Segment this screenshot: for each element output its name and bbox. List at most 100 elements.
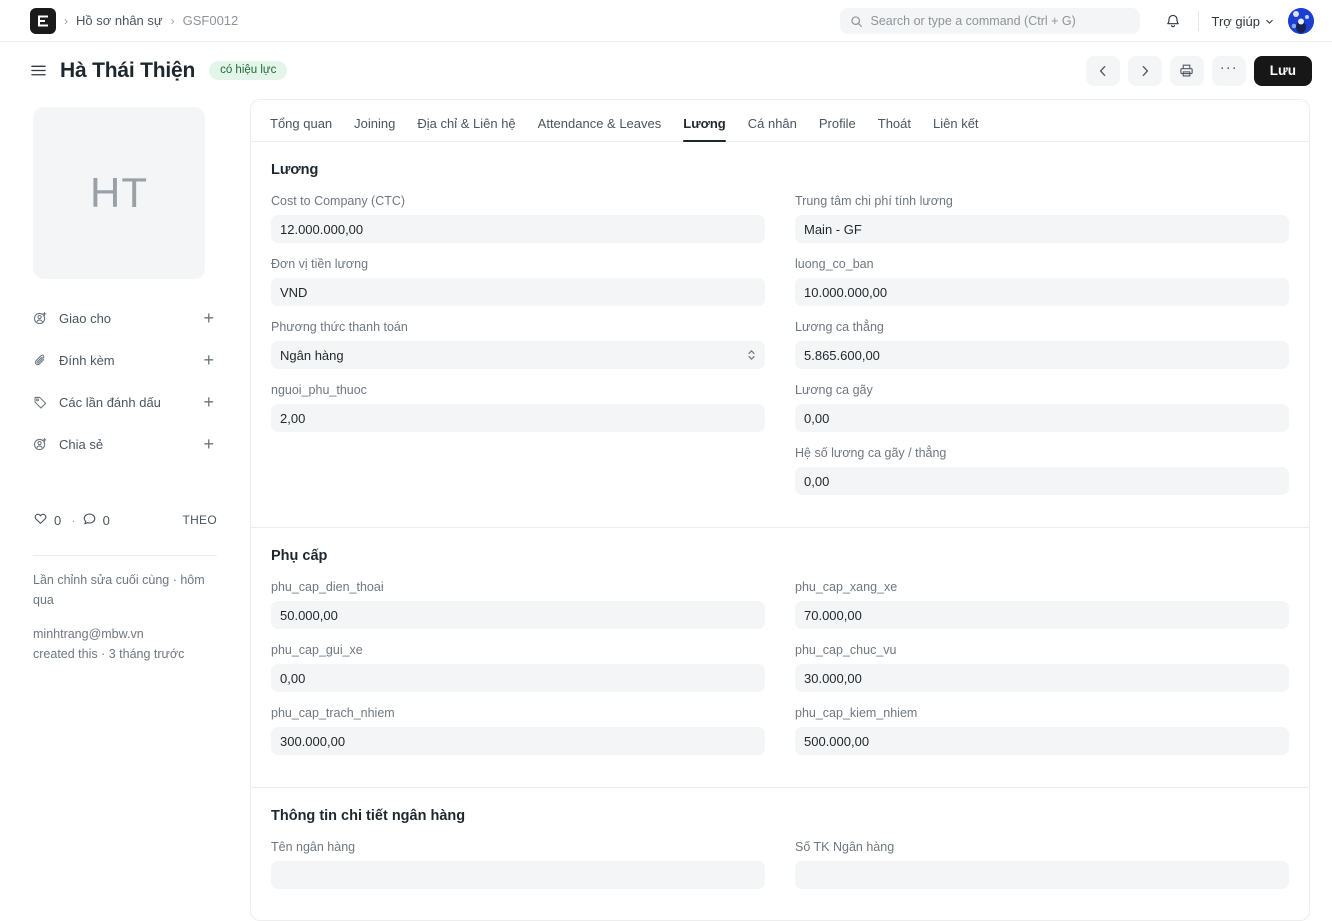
record-meta: Lần chỉnh sửa cuối cùng · hôm qua minhtr… [33, 570, 217, 664]
field-luong-co-ban: luong_co_ban 10.000.000,00 [795, 257, 1289, 306]
field-input[interactable]: 0,00 [795, 404, 1289, 432]
plus-icon[interactable]: + [203, 435, 217, 453]
search-input-placeholder: Search or type a command (Ctrl + G) [870, 14, 1076, 28]
help-menu[interactable]: Trợ giúp [1211, 14, 1274, 29]
sidebar-toggle-button[interactable] [30, 63, 47, 78]
tab-profile[interactable]: Profile [808, 116, 867, 141]
page-header-actions: ··· Lưu [1085, 55, 1312, 86]
section-column-left: phu_cap_dien_thoai 50.000,00 phu_cap_gui… [271, 580, 765, 769]
field-input[interactable] [271, 861, 765, 889]
previous-record-button[interactable] [1085, 55, 1120, 86]
field-label: phu_cap_kiem_nhiem [795, 706, 918, 720]
sidebar-item-label: Đính kèm [59, 352, 115, 368]
field-input[interactable]: 10.000.000,00 [795, 278, 1289, 306]
sidebar-item-assign[interactable]: Giao cho + [33, 297, 217, 339]
tab-thoat[interactable]: Thoát [867, 116, 922, 141]
plus-icon[interactable]: + [203, 351, 217, 369]
next-record-button[interactable] [1127, 55, 1162, 86]
tag-icon [33, 395, 53, 410]
select-caret-icon [747, 348, 756, 362]
heart-icon[interactable] [33, 511, 48, 529]
field-input[interactable]: VND [271, 278, 765, 306]
field-select[interactable]: Ngân hàng [271, 341, 765, 369]
field-input[interactable]: 50.000,00 [271, 601, 765, 629]
field-input[interactable]: 70.000,00 [795, 601, 1289, 629]
field-label: phu_cap_xang_xe [795, 580, 898, 594]
field-label: phu_cap_chuc_vu [795, 643, 897, 657]
comment-count: 0 [102, 512, 110, 528]
creator-email[interactable]: minhtrang@mbw.vn [33, 624, 217, 644]
sidebar-item-share[interactable]: Chia sẻ + [33, 423, 217, 465]
field-label: Số TK Ngân hàng [795, 840, 895, 854]
search-icon [851, 15, 863, 27]
field-phu-cap-chuc-vu: phu_cap_chuc_vu 30.000,00 [795, 643, 1289, 692]
comment-icon[interactable] [82, 511, 97, 529]
field-input[interactable]: 5.865.600,00 [795, 341, 1289, 369]
field-label: Cost to Company (CTC) [271, 194, 406, 208]
tab-tong-quan[interactable]: Tổng quan [259, 116, 343, 141]
tab-joining[interactable]: Joining [343, 116, 406, 141]
field-luong-ca-gay: Lương ca gãy 0,00 [795, 383, 1289, 432]
field-label: luong_co_ban [795, 257, 874, 271]
section-title: Thông tin chi tiết ngân hàng [271, 808, 466, 824]
chevron-left-icon [1099, 65, 1106, 76]
global-search[interactable]: Search or type a command (Ctrl + G) [840, 8, 1141, 34]
field-label: nguoi_phu_thuoc [271, 383, 367, 397]
save-button[interactable]: Lưu [1253, 55, 1312, 86]
section-thong-tin-ngan-hang: Thông tin chi tiết ngân hàng Tên ngân hà… [251, 788, 1309, 920]
created-text: created this · 3 tháng trước [33, 647, 185, 661]
field-phu-cap-trach-nhiem: phu_cap_trach_nhiem 300.000,00 [271, 706, 765, 755]
field-input[interactable]: 0,00 [271, 664, 765, 692]
form-sections: Lương Cost to Company (CTC) 12.000.000,0… [251, 142, 1309, 920]
section-column-right: Trung tâm chi phí tính lương Main - GF l… [795, 194, 1289, 509]
breadcrumb-item-0[interactable]: Hồ sơ nhân sự [76, 13, 163, 28]
social-bar: 0 · 0 THEO [33, 499, 217, 541]
user-avatar[interactable] [1288, 8, 1314, 34]
tab-attendance-leaves[interactable]: Attendance & Leaves [527, 116, 673, 141]
field-label: phu_cap_dien_thoai [271, 580, 384, 594]
page-header: Hà Thái Thiện có hiệu lực ··· Lưu [0, 42, 1332, 99]
field-input[interactable]: 2,00 [271, 404, 765, 432]
more-actions-button[interactable]: ··· [1211, 55, 1246, 86]
bell-icon [1167, 14, 1180, 28]
plus-icon[interactable]: + [203, 309, 217, 327]
paperclip-icon [33, 353, 53, 368]
field-input[interactable]: 300.000,00 [271, 727, 765, 755]
section-phu-cap: Phụ cấp phu_cap_dien_thoai 50.000,00 phu… [251, 528, 1309, 788]
last-modified-text: Lần chỉnh sửa cuối cùng · hôm qua [33, 573, 205, 607]
breadcrumb-separator-1: › [170, 13, 175, 28]
help-label: Trợ giúp [1211, 13, 1260, 29]
field-input[interactable]: 12.000.000,00 [271, 215, 765, 243]
field-phu-cap-kiem-nhiem: phu_cap_kiem_nhiem 500.000,00 [795, 706, 1289, 755]
field-input[interactable] [795, 861, 1289, 889]
field-input[interactable]: 500.000,00 [795, 727, 1289, 755]
top-navbar: › Hồ sơ nhân sự › GSF0012 Search or type… [0, 0, 1332, 42]
field-input[interactable]: 0,00 [795, 467, 1289, 495]
print-button[interactable] [1169, 55, 1204, 86]
main-content: Tổng quan Joining Địa chỉ & Liên hệ Atte… [250, 99, 1332, 921]
form-tabs: Tổng quan Joining Địa chỉ & Liên hệ Atte… [251, 100, 1309, 142]
tab-luong[interactable]: Lương [672, 116, 736, 142]
record-avatar[interactable]: HT [33, 107, 205, 279]
section-grid: Cost to Company (CTC) 12.000.000,00 Đơn … [271, 194, 1289, 509]
field-trung-tam-chi-phi: Trung tâm chi phí tính lương Main - GF [795, 194, 1289, 243]
notifications-button[interactable] [1160, 8, 1186, 34]
plus-icon[interactable]: + [203, 393, 217, 411]
breadcrumb-item-1[interactable]: GSF0012 [183, 13, 239, 28]
share-user-icon [33, 437, 53, 452]
follow-button[interactable]: THEO [182, 513, 217, 527]
tab-dia-chi-lien-he[interactable]: Địa chỉ & Liên hệ [406, 116, 526, 141]
status-badge: có hiệu lực [209, 61, 288, 80]
sidebar-item-attachments[interactable]: Đính kèm + [33, 339, 217, 381]
tab-ca-nhan[interactable]: Cá nhân [737, 116, 808, 141]
sidebar-action-list: Giao cho + Đính kèm + Các lần đánh dấu +… [33, 297, 217, 465]
field-input[interactable]: 30.000,00 [795, 664, 1289, 692]
sidebar-item-tags[interactable]: Các lần đánh dấu + [33, 381, 217, 423]
section-column-right: phu_cap_xang_xe 70.000,00 phu_cap_chuc_v… [795, 580, 1289, 769]
tab-lien-ket[interactable]: Liên kết [922, 116, 990, 141]
field-input[interactable]: Main - GF [795, 215, 1289, 243]
assign-user-icon [33, 311, 53, 326]
section-column-left: Tên ngân hàng [271, 840, 765, 903]
app-logo[interactable] [30, 7, 56, 34]
section-grid: Tên ngân hàng Số TK Ngân hàng [271, 840, 1289, 903]
